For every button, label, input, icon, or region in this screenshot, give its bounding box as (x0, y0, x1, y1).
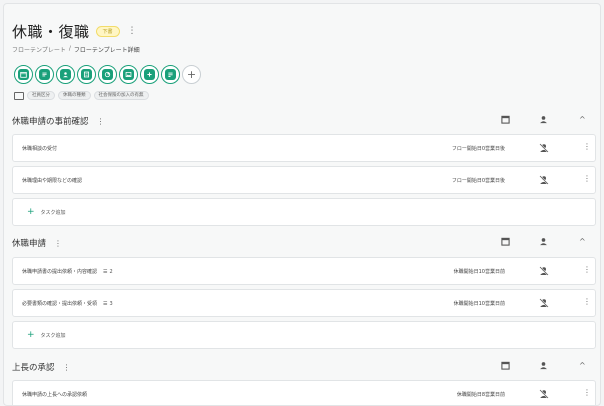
collapse-chevron-icon[interactable]: ^ (579, 361, 586, 370)
section-header: 休職申請の事前確認 ⋮ ^ (12, 112, 596, 130)
condition-icon (14, 91, 24, 100)
task-more-icon[interactable]: ⋮ (583, 175, 591, 183)
add-task: + タスク追加 (27, 208, 66, 217)
task-row[interactable]: 休職申請書の提出依頼・内容確認 ☰ 2 休職開始日10営業日前 ⋮ (12, 257, 596, 285)
user-icon[interactable] (539, 115, 548, 124)
status-badge: 下書 (95, 26, 120, 37)
section-header: 上長の承認 ⋮ ^ (12, 358, 596, 376)
image-filter-button[interactable] (119, 65, 138, 84)
task-row[interactable]: 必要書類の確認・提出依頼・受領 ☰ 3 休職開始日10営業日前 ⋮ (12, 289, 596, 317)
task-name-text: 必要書類の確認・提出依頼・受領 (22, 301, 98, 307)
pie-filter-button[interactable] (98, 65, 117, 84)
no-assignee-icon[interactable] (539, 175, 549, 185)
breadcrumb: フローテンプレート / フローテンプレート詳細 (12, 45, 140, 54)
condition-tag[interactable]: 社会保険の加入の有無 (93, 91, 149, 100)
task-name: 必要書類の確認・提出依頼・受領 ☰ 3 (22, 300, 113, 308)
user-icon (63, 72, 68, 78)
task-name-text: 休職申請の上長への承認依頼 (22, 392, 88, 398)
main-panel: 休職・復職 下書 ⋮ フローテンプレート / フローテンプレート詳細 + 社員区… (3, 3, 601, 406)
add-task: + タスク追加 (27, 331, 66, 340)
document-filter-button[interactable] (35, 65, 54, 84)
section-title: 上長の承認 (12, 363, 55, 373)
condition-tag[interactable]: 社員区分 (27, 91, 55, 100)
form-icon (168, 72, 173, 77)
task-name: 休職申請書の提出依頼・内容確認 ☰ 2 (22, 268, 113, 276)
task-more-icon[interactable]: ⋮ (583, 266, 591, 274)
pie-icon (104, 71, 111, 78)
breadcrumb-parent-link[interactable]: フローテンプレート (12, 45, 66, 54)
calendar-icon (20, 71, 27, 78)
no-assignee-icon[interactable] (539, 266, 549, 276)
page-title: 休職・復職 (12, 23, 90, 41)
subtask-count-value: 3 (109, 300, 113, 307)
section-title: 休職申請の事前確認 (12, 117, 89, 127)
condition-tag[interactable]: 休職の種類 (58, 91, 91, 100)
no-assignee-icon[interactable] (539, 143, 549, 153)
filter-icon-bar: + (14, 65, 201, 84)
section-more-icon[interactable]: ⋮ (54, 239, 62, 248)
checklist-filter-button[interactable] (77, 65, 96, 84)
user-filter-button[interactable] (56, 65, 75, 84)
subtask-count: ☰ 2 (103, 269, 113, 275)
task-more-icon[interactable]: ⋮ (583, 389, 591, 397)
subtask-count: ☰ 3 (103, 301, 113, 307)
collapse-chevron-icon[interactable]: ^ (579, 237, 586, 246)
task-due: フロー開始日0営業日後 (451, 178, 505, 184)
user-icon[interactable] (539, 361, 548, 370)
task-name-text: 休職理由や期限などの確認 (22, 178, 83, 184)
section-title: 休職申請 (12, 239, 47, 249)
section-header: 休職申請 ⋮ ^ (12, 234, 596, 252)
breadcrumb-current: フローテンプレート詳細 (73, 47, 140, 54)
task-row[interactable]: 休職理由や期限などの確認 フロー開始日0営業日後 ⋮ (12, 166, 596, 194)
checklist-icon (83, 71, 90, 78)
add-task-button[interactable]: + タスク追加 (12, 321, 596, 349)
collapse-chevron-icon[interactable]: ^ (579, 115, 586, 124)
task-due: 休職開始日10営業日前 (453, 269, 505, 275)
calendar-icon[interactable] (501, 115, 510, 124)
add-filter-button[interactable]: + (182, 65, 201, 84)
plus-box-icon (147, 72, 152, 77)
document-icon (42, 72, 47, 77)
add-task-button[interactable]: + タスク追加 (12, 198, 596, 226)
task-name-text: 休職相談の受付 (22, 146, 58, 152)
plus-icon: + (27, 207, 35, 217)
task-due: 休職開始日8営業日前 (456, 392, 505, 398)
plus-icon: + (27, 330, 35, 340)
user-icon[interactable] (539, 237, 548, 246)
task-due: 休職開始日10営業日前 (453, 301, 505, 307)
subtask-count-value: 2 (109, 268, 113, 275)
section-more-icon[interactable]: ⋮ (63, 363, 71, 372)
task-name: 休職申請の上長への承認依頼 (22, 391, 87, 398)
image-icon (125, 72, 132, 77)
condition-tags: 社員区分 休職の種類 社会保険の加入の有無 (14, 91, 149, 100)
task-due: フロー開始日0営業日後 (451, 146, 505, 152)
task-name: 休職相談の受付 (22, 145, 57, 152)
add-task-label: タスク追加 (40, 333, 66, 339)
calendar-filter-button[interactable] (14, 65, 33, 84)
more-options-icon[interactable]: ⋮ (128, 27, 137, 36)
form-filter-button[interactable] (161, 65, 180, 84)
calendar-icon[interactable] (501, 237, 510, 246)
no-assignee-icon[interactable] (539, 298, 549, 308)
task-more-icon[interactable]: ⋮ (583, 143, 591, 151)
plus-box-filter-button[interactable] (140, 65, 159, 84)
task-name-text: 休職申請書の提出依頼・内容確認 (22, 269, 98, 275)
task-row[interactable]: 休職相談の受付 フロー開始日0営業日後 ⋮ (12, 134, 596, 162)
task-name: 休職理由や期限などの確認 (22, 177, 82, 184)
subtask-icon: ☰ (103, 268, 108, 275)
task-row[interactable]: 休職申請の上長への承認依頼 休職開始日8営業日前 ⋮ (12, 380, 596, 405)
breadcrumb-separator: / (68, 45, 71, 52)
calendar-icon[interactable] (501, 361, 510, 370)
subtask-icon: ☰ (103, 300, 108, 307)
no-assignee-icon[interactable] (539, 389, 549, 399)
page-title-row: 休職・復職 下書 ⋮ (12, 21, 137, 42)
add-task-label: タスク追加 (40, 210, 66, 216)
section-more-icon[interactable]: ⋮ (97, 117, 105, 126)
task-more-icon[interactable]: ⋮ (583, 298, 591, 306)
